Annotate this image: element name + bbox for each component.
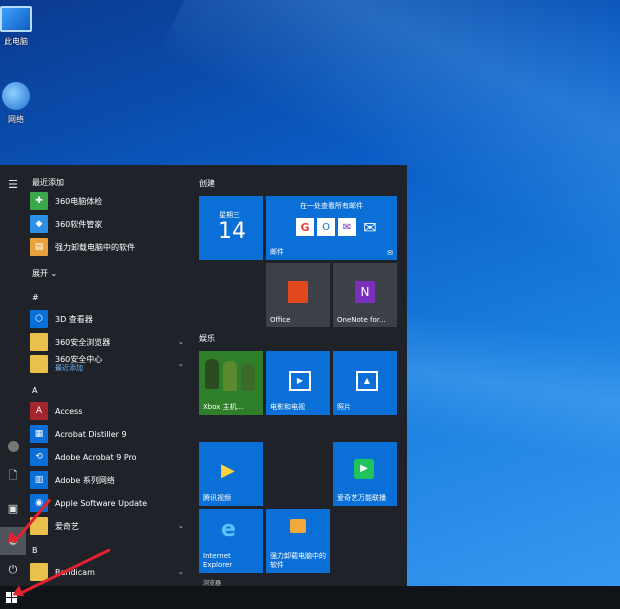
acrobat-distiller-icon: ▦ <box>30 425 48 443</box>
list-item[interactable]: ▤ 强力卸载电脑中的软件 <box>30 237 188 257</box>
xbox-tile[interactable]: Xbox 主机... <box>199 351 263 415</box>
start-menu-rail: ☰ 🗋 ▣ ⚙ ⏻ <box>0 165 26 586</box>
section-letter[interactable]: A <box>32 386 37 395</box>
network-icon <box>2 82 30 110</box>
adobe-icon: ▥ <box>30 471 48 489</box>
onenote-icon: N <box>355 281 375 303</box>
list-item[interactable]: ◆ 360软件管家 <box>30 214 188 234</box>
play-icon: ▶ <box>221 460 235 481</box>
uninstall-icon <box>290 519 306 533</box>
document-icon[interactable]: 🗋 <box>4 467 22 485</box>
acrobat-pro-icon: ⟲ <box>30 448 48 466</box>
outlook-icon: O <box>317 218 335 236</box>
game-character-icon <box>223 361 237 391</box>
group-header-create: 创建 <box>199 179 215 188</box>
3d-viewer-icon: ⬡ <box>30 310 48 328</box>
list-item[interactable]: ◉ Apple Software Update <box>30 493 188 513</box>
list-item[interactable]: ▦ Acrobat Distiller 9 <box>30 424 188 444</box>
film-icon: ▶ <box>289 371 311 391</box>
expand-link[interactable]: 展开 ⌄ <box>32 268 57 279</box>
list-item[interactable]: Bandicam ⌄ <box>30 562 188 582</box>
mail-tile[interactable]: 在一处查看所有邮件 G O ✉ ✉ 邮件 ✉ <box>266 196 397 260</box>
group-header-entertainment: 娱乐 <box>199 334 215 343</box>
start-menu: ☰ 🗋 ▣ ⚙ ⏻ 最近添加 ✚360电脑体检 ◆360软件管家 ▤强力卸载电脑… <box>0 165 407 587</box>
game-character-icon <box>205 359 219 389</box>
photo-icon: ▲ <box>356 371 378 391</box>
google-icon: G <box>296 218 314 236</box>
mail-badge-icon: ✉ <box>387 249 393 257</box>
mail-app-icons: G O ✉ ✉ <box>296 217 381 237</box>
tencent-video-tile[interactable]: ▶ 腾讯视频 <box>199 442 263 506</box>
office-tile[interactable]: Office <box>266 263 330 327</box>
recent-header: 最近添加 <box>32 178 64 187</box>
app-list: 最近添加 ✚ 360电脑体检 ◆ 360软件管家 ▤ 强力卸载电脑中的软件 展开 ⌄ … <box>28 165 190 586</box>
yahoo-icon: ✉ <box>338 218 356 236</box>
list-item[interactable]: ⬡ 3D 查看器 <box>30 309 188 329</box>
list-item[interactable]: 360安全浏览器 ⌄ <box>30 332 188 352</box>
envelope-icon: ✉ <box>363 217 377 237</box>
uninstall-icon: ▤ <box>30 238 48 256</box>
chevron-down-icon: ⌄ <box>178 522 184 530</box>
section-letter[interactable]: B <box>32 546 38 555</box>
list-item[interactable]: A Access <box>30 401 188 421</box>
power-icon[interactable]: ⏻ <box>4 561 22 579</box>
iqiyi-icon: ▶ <box>354 459 374 479</box>
ie-icon: e <box>221 517 236 542</box>
access-icon: A <box>30 402 48 420</box>
checkup-icon: ✚ <box>30 192 48 210</box>
desktop-icon-network[interactable]: 网络 <box>0 82 46 125</box>
folder-icon <box>30 333 48 351</box>
office-icon <box>288 281 308 303</box>
hamburger-icon[interactable]: ☰ <box>4 175 22 193</box>
pictures-icon[interactable]: ▣ <box>4 499 22 517</box>
list-item[interactable]: 360安全中心 最近添加 ⌄ <box>30 354 188 374</box>
ie-tile[interactable]: e Internet Explorer <box>199 509 263 573</box>
uninstall-tile[interactable]: 强力卸载电脑中的软件 <box>266 509 330 573</box>
list-item[interactable]: ⟲ Adobe Acrobat 9 Pro <box>30 447 188 467</box>
photos-tile[interactable]: ▲ 照片 <box>333 351 397 415</box>
list-item[interactable]: 爱奇艺 ⌄ <box>30 516 188 536</box>
user-icon[interactable] <box>4 437 22 455</box>
chevron-down-icon: ⌄ <box>178 360 184 368</box>
desktop-icon-label: 网络 <box>8 115 24 124</box>
calendar-tile[interactable]: 星期三 14 <box>199 196 263 260</box>
movies-tile[interactable]: ▶ 电影和电视 <box>266 351 330 415</box>
computer-icon <box>0 6 32 32</box>
desktop-icon-label: 此电脑 <box>4 37 28 46</box>
iqiyi-tile[interactable]: ▶ 爱奇艺万能联播 <box>333 442 397 506</box>
taskbar <box>0 586 620 609</box>
game-character-icon <box>241 363 255 391</box>
onenote-tile[interactable]: N OneNote for... <box>333 263 397 327</box>
folder-icon <box>30 355 48 373</box>
desktop-icon-this-pc[interactable]: 此电脑 <box>0 6 46 47</box>
chevron-down-icon: ⌄ <box>178 338 184 346</box>
list-item[interactable]: ▥ Adobe 系列网络 <box>30 470 188 490</box>
chevron-down-icon: ⌄ <box>178 568 184 576</box>
software-manager-icon: ◆ <box>30 215 48 233</box>
list-item[interactable]: ✚ 360电脑体检 <box>30 191 188 211</box>
section-letter[interactable]: # <box>32 293 39 302</box>
